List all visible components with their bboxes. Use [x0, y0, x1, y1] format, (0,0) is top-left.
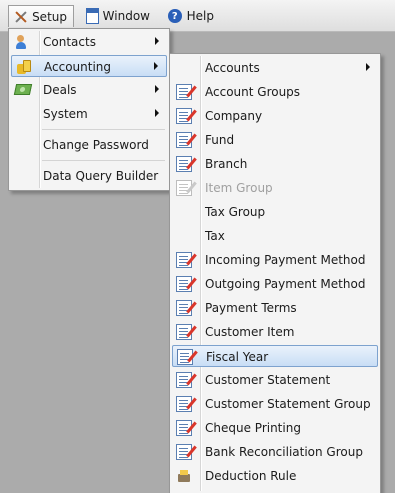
deduction-icon [176, 468, 192, 484]
menu-item-data-query-builder[interactable]: Data Query Builder [11, 165, 167, 187]
menu-window[interactable]: Window [82, 5, 156, 27]
menu-item-label: Fund [205, 133, 235, 147]
menu-separator [42, 160, 165, 161]
menu-item-cheque-printing[interactable]: Cheque Printing [172, 417, 378, 439]
menu-item-payment-terms[interactable]: Payment Terms [172, 297, 378, 319]
menu-item-label: Accounting [44, 60, 112, 74]
menu-item-label: Customer Item [205, 325, 295, 339]
menu-item-label: Data Query Builder [43, 169, 159, 183]
form-edit-icon [176, 444, 192, 460]
menu-item-label: Cheque Printing [205, 421, 301, 435]
submenu-arrow-icon [154, 62, 158, 70]
menu-window-label: Window [102, 9, 150, 23]
menu-item-label: System [43, 107, 88, 121]
menu-item-deduction-rule[interactable]: Deduction Rule [172, 465, 378, 487]
menu-setup[interactable]: Setup [8, 5, 74, 27]
form-edit-icon [176, 420, 192, 436]
window-icon [86, 8, 99, 24]
menu-item-label: Payment Terms [205, 301, 297, 315]
menu-separator [42, 129, 165, 130]
menu-help[interactable]: ? Help [164, 5, 220, 27]
menu-item-label: Tax [205, 229, 225, 243]
menu-item-customer-statement-group[interactable]: Customer Statement Group [172, 393, 378, 415]
submenu-arrow-icon [155, 109, 159, 117]
accounting-submenu: Accounts Account Groups Company Fund Bra… [169, 53, 381, 493]
form-edit-icon [176, 372, 192, 388]
menu-item-outgoing-payment-method[interactable]: Outgoing Payment Method [172, 273, 378, 295]
contacts-icon [15, 34, 31, 50]
menu-item-accounts[interactable]: Accounts [172, 57, 378, 79]
submenu-arrow-icon [155, 85, 159, 93]
menu-item-change-password[interactable]: Change Password [11, 134, 167, 156]
form-edit-icon [177, 349, 193, 365]
menu-item-label: Customer Statement [205, 373, 331, 387]
menu-item-customer-statement[interactable]: Customer Statement [172, 369, 378, 391]
menu-item-label: Incoming Payment Method [205, 253, 366, 267]
menu-item-label: Item Group [205, 181, 273, 195]
menu-item-label: Bank Reconciliation Group [205, 445, 363, 459]
tools-icon [13, 9, 28, 25]
menu-item-deals[interactable]: Deals [11, 79, 167, 101]
deals-icon [13, 84, 33, 95]
menu-item-label: Account Groups [205, 85, 301, 99]
menu-item-label: Contacts [43, 35, 96, 49]
menu-item-label: Outgoing Payment Method [205, 277, 366, 291]
submenu-arrow-icon [155, 37, 159, 45]
menu-item-item-group: Item Group [172, 177, 378, 199]
form-edit-icon [176, 252, 192, 268]
submenu-arrow-icon [366, 63, 370, 71]
form-edit-icon [176, 132, 192, 148]
menu-item-label: Company [205, 109, 263, 123]
menu-item-label: Deduction Rule [205, 469, 297, 483]
menu-item-tax[interactable]: Tax [172, 225, 378, 247]
menu-item-incoming-payment-method[interactable]: Incoming Payment Method [172, 249, 378, 271]
menu-item-bank-reconciliation-group[interactable]: Bank Reconciliation Group [172, 441, 378, 463]
menu-item-system[interactable]: System [11, 103, 167, 125]
form-edit-icon [176, 180, 192, 196]
menu-item-branch[interactable]: Branch [172, 153, 378, 175]
menu-item-label: Branch [205, 157, 248, 171]
menu-item-tax-group[interactable]: Tax Group [172, 201, 378, 223]
menu-item-fiscal-year[interactable]: Fiscal Year [172, 345, 378, 367]
menu-item-label: Tax Group [205, 205, 266, 219]
menu-item-contacts[interactable]: Contacts [11, 31, 167, 53]
menu-item-label: Deals [43, 83, 77, 97]
menu-item-label: Customer Statement Group [205, 397, 371, 411]
menu-item-customer-item[interactable]: Customer Item [172, 321, 378, 343]
accounting-icon [16, 59, 32, 75]
menu-help-label: Help [186, 9, 214, 23]
menu-item-label: Accounts [205, 61, 260, 75]
menu-item-accounting[interactable]: Accounting [11, 55, 167, 77]
menu-item-account-groups[interactable]: Account Groups [172, 81, 378, 103]
form-edit-icon [176, 108, 192, 124]
menu-item-company[interactable]: Company [172, 105, 378, 127]
form-edit-icon [176, 300, 192, 316]
menu-item-label: Fiscal Year [206, 350, 269, 364]
form-edit-icon [176, 324, 192, 340]
form-edit-icon [176, 276, 192, 292]
setup-dropdown: Contacts Accounting Deals System Change … [8, 28, 170, 191]
form-edit-icon [176, 84, 192, 100]
form-edit-icon [176, 156, 192, 172]
menu-item-fund[interactable]: Fund [172, 129, 378, 151]
menu-item-label: Change Password [43, 138, 149, 152]
form-edit-icon [176, 396, 192, 412]
help-icon: ? [168, 9, 182, 23]
menu-setup-label: Setup [32, 9, 67, 24]
